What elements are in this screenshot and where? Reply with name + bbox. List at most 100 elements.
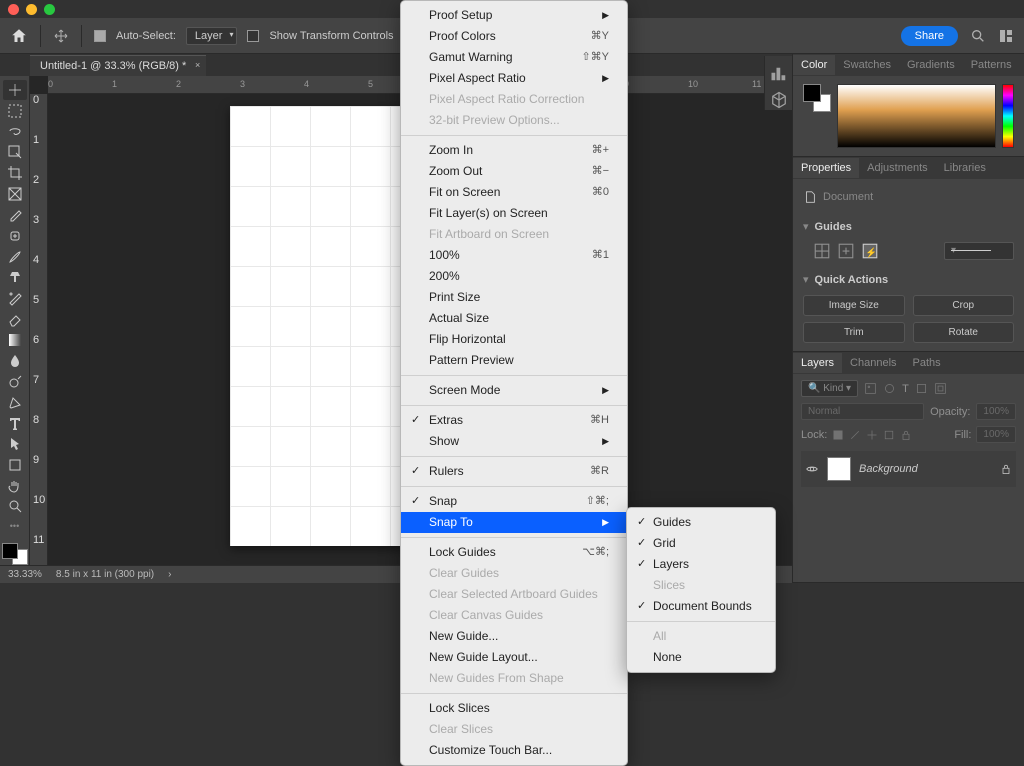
tab-patterns[interactable]: Patterns xyxy=(963,55,1020,75)
qa-crop-button[interactable]: Crop xyxy=(913,295,1015,316)
filter-image-icon[interactable] xyxy=(864,382,877,395)
guide-auto-icon[interactable]: ⚡ xyxy=(861,242,879,260)
menu-item-lock-guides[interactable]: Lock Guides⌥⌘; xyxy=(401,542,627,563)
panel-swatch[interactable] xyxy=(803,84,831,112)
history-brush-tool[interactable] xyxy=(3,288,27,308)
show-transform-checkbox[interactable] xyxy=(247,30,259,42)
3d-panel-icon[interactable] xyxy=(769,90,789,110)
clone-tool[interactable] xyxy=(3,267,27,287)
zoom-level[interactable]: 33.33% xyxy=(8,569,42,580)
close-window-icon[interactable] xyxy=(8,4,19,15)
menu-item-show[interactable]: Show▶ xyxy=(401,431,627,452)
tab-layers[interactable]: Layers xyxy=(793,353,842,373)
minimize-window-icon[interactable] xyxy=(26,4,37,15)
tab-gradients[interactable]: Gradients xyxy=(899,55,963,75)
properties-panel-tabs[interactable]: Properties Adjustments Libraries xyxy=(793,157,1024,179)
menu-item-gamut-warning[interactable]: Gamut Warning⇧⌘Y xyxy=(401,47,627,68)
submenu-item-document-bounds[interactable]: Document Bounds xyxy=(627,596,775,617)
histogram-icon[interactable] xyxy=(769,64,789,84)
hand-tool[interactable] xyxy=(3,476,27,496)
guide-add-icon[interactable] xyxy=(837,242,855,260)
filter-smart-icon[interactable] xyxy=(934,382,947,395)
share-button[interactable]: Share xyxy=(901,26,958,46)
menu-item-proof-setup[interactable]: Proof Setup▶ xyxy=(401,5,627,26)
auto-select-checkbox[interactable] xyxy=(94,30,106,42)
qa-rotate-button[interactable]: Rotate xyxy=(913,322,1015,343)
menu-item-200[interactable]: 200% xyxy=(401,266,627,287)
search-icon[interactable] xyxy=(970,28,986,44)
lock-artboard-icon[interactable] xyxy=(883,429,895,441)
color-panel-tabs[interactable]: Color Swatches Gradients Patterns xyxy=(793,54,1024,76)
healing-tool[interactable] xyxy=(3,226,27,246)
lock-all-icon[interactable] xyxy=(900,429,912,441)
lock-position-icon[interactable] xyxy=(866,429,878,441)
tab-properties[interactable]: Properties xyxy=(793,158,859,178)
menu-item-snap[interactable]: Snap⇧⌘; xyxy=(401,491,627,512)
guide-style-dropdown[interactable]: ▾ xyxy=(944,242,1014,260)
layer-filter-kind[interactable]: 🔍 Kind ▾ xyxy=(801,380,858,397)
gradient-tool[interactable] xyxy=(3,330,27,350)
submenu-item-layers[interactable]: Layers xyxy=(627,554,775,575)
eraser-tool[interactable] xyxy=(3,309,27,329)
tab-paths[interactable]: Paths xyxy=(905,353,949,373)
menu-item-proof-colors[interactable]: Proof Colors⌘Y xyxy=(401,26,627,47)
menu-item-lock-slices[interactable]: Lock Slices xyxy=(401,698,627,719)
menu-item-fit-on-screen[interactable]: Fit on Screen⌘0 xyxy=(401,182,627,203)
crop-tool[interactable] xyxy=(3,163,27,183)
menu-item-snap-to[interactable]: Snap To▶ xyxy=(401,512,627,533)
dodge-tool[interactable] xyxy=(3,372,27,392)
zoom-tool[interactable] xyxy=(3,497,27,517)
lock-brush-icon[interactable] xyxy=(849,429,861,441)
tab-swatches[interactable]: Swatches xyxy=(835,55,899,75)
menu-item-pixel-aspect-ratio[interactable]: Pixel Aspect Ratio▶ xyxy=(401,68,627,89)
qa-trim-button[interactable]: Trim xyxy=(803,322,905,343)
visibility-icon[interactable] xyxy=(805,462,819,476)
close-tab-icon[interactable]: × xyxy=(195,60,200,70)
menu-item-print-size[interactable]: Print Size xyxy=(401,287,627,308)
submenu-item-none[interactable]: None xyxy=(627,647,775,668)
qa-image-size-button[interactable]: Image Size xyxy=(803,295,905,316)
shape-tool[interactable] xyxy=(3,455,27,475)
layer-thumbnail[interactable] xyxy=(827,457,851,481)
doc-dimensions[interactable]: 8.5 in x 11 in (300 ppi) xyxy=(56,569,154,580)
menu-item-100[interactable]: 100%⌘1 xyxy=(401,245,627,266)
menu-item-zoom-out[interactable]: Zoom Out⌘− xyxy=(401,161,627,182)
menu-item-pattern-preview[interactable]: Pattern Preview xyxy=(401,350,627,371)
lock-pixels-icon[interactable] xyxy=(832,429,844,441)
menu-item-new-guide[interactable]: New Guide... xyxy=(401,626,627,647)
fill-value[interactable]: 100% xyxy=(976,426,1016,443)
auto-select-target-dropdown[interactable]: Layer xyxy=(186,27,238,45)
lasso-tool[interactable] xyxy=(3,122,27,142)
fg-bg-swatch[interactable] xyxy=(2,543,28,564)
move-tool[interactable] xyxy=(3,80,27,100)
brush-tool[interactable] xyxy=(3,247,27,267)
guide-grid-icon[interactable] xyxy=(813,242,831,260)
blur-tool[interactable] xyxy=(3,351,27,371)
frame-tool[interactable] xyxy=(3,184,27,204)
layer-row-background[interactable]: Background xyxy=(801,451,1016,487)
view-menu-dropdown[interactable]: Proof Setup▶Proof Colors⌘YGamut Warning⇧… xyxy=(400,0,628,766)
menu-item-rulers[interactable]: Rulers⌘R xyxy=(401,461,627,482)
menu-item-customize-touch-bar[interactable]: Customize Touch Bar... xyxy=(401,740,627,761)
home-icon[interactable] xyxy=(10,27,28,45)
menu-item-extras[interactable]: Extras⌘H xyxy=(401,410,627,431)
blend-mode-dropdown[interactable]: Normal xyxy=(801,403,924,420)
path-select-tool[interactable] xyxy=(3,434,27,454)
menu-item-fit-layer-s-on-screen[interactable]: Fit Layer(s) on Screen xyxy=(401,203,627,224)
layers-panel-tabs[interactable]: Layers Channels Paths xyxy=(793,352,1024,374)
tab-color[interactable]: Color xyxy=(793,55,835,75)
menu-item-new-guide-layout[interactable]: New Guide Layout... xyxy=(401,647,627,668)
opacity-value[interactable]: 100% xyxy=(976,403,1016,420)
tab-channels[interactable]: Channels xyxy=(842,353,904,373)
quick-actions-label[interactable]: Quick Actions xyxy=(815,274,889,286)
color-picker[interactable] xyxy=(837,84,996,148)
lock-icon[interactable] xyxy=(1000,463,1012,475)
window-traffic-lights[interactable] xyxy=(8,4,55,15)
menu-item-flip-horizontal[interactable]: Flip Horizontal xyxy=(401,329,627,350)
guides-section-label[interactable]: Guides xyxy=(815,221,852,233)
menu-item-screen-mode[interactable]: Screen Mode▶ xyxy=(401,380,627,401)
eyedropper-tool[interactable] xyxy=(3,205,27,225)
marquee-tool[interactable] xyxy=(3,101,27,121)
menu-item-zoom-in[interactable]: Zoom In⌘+ xyxy=(401,140,627,161)
status-more-icon[interactable]: › xyxy=(168,569,171,580)
